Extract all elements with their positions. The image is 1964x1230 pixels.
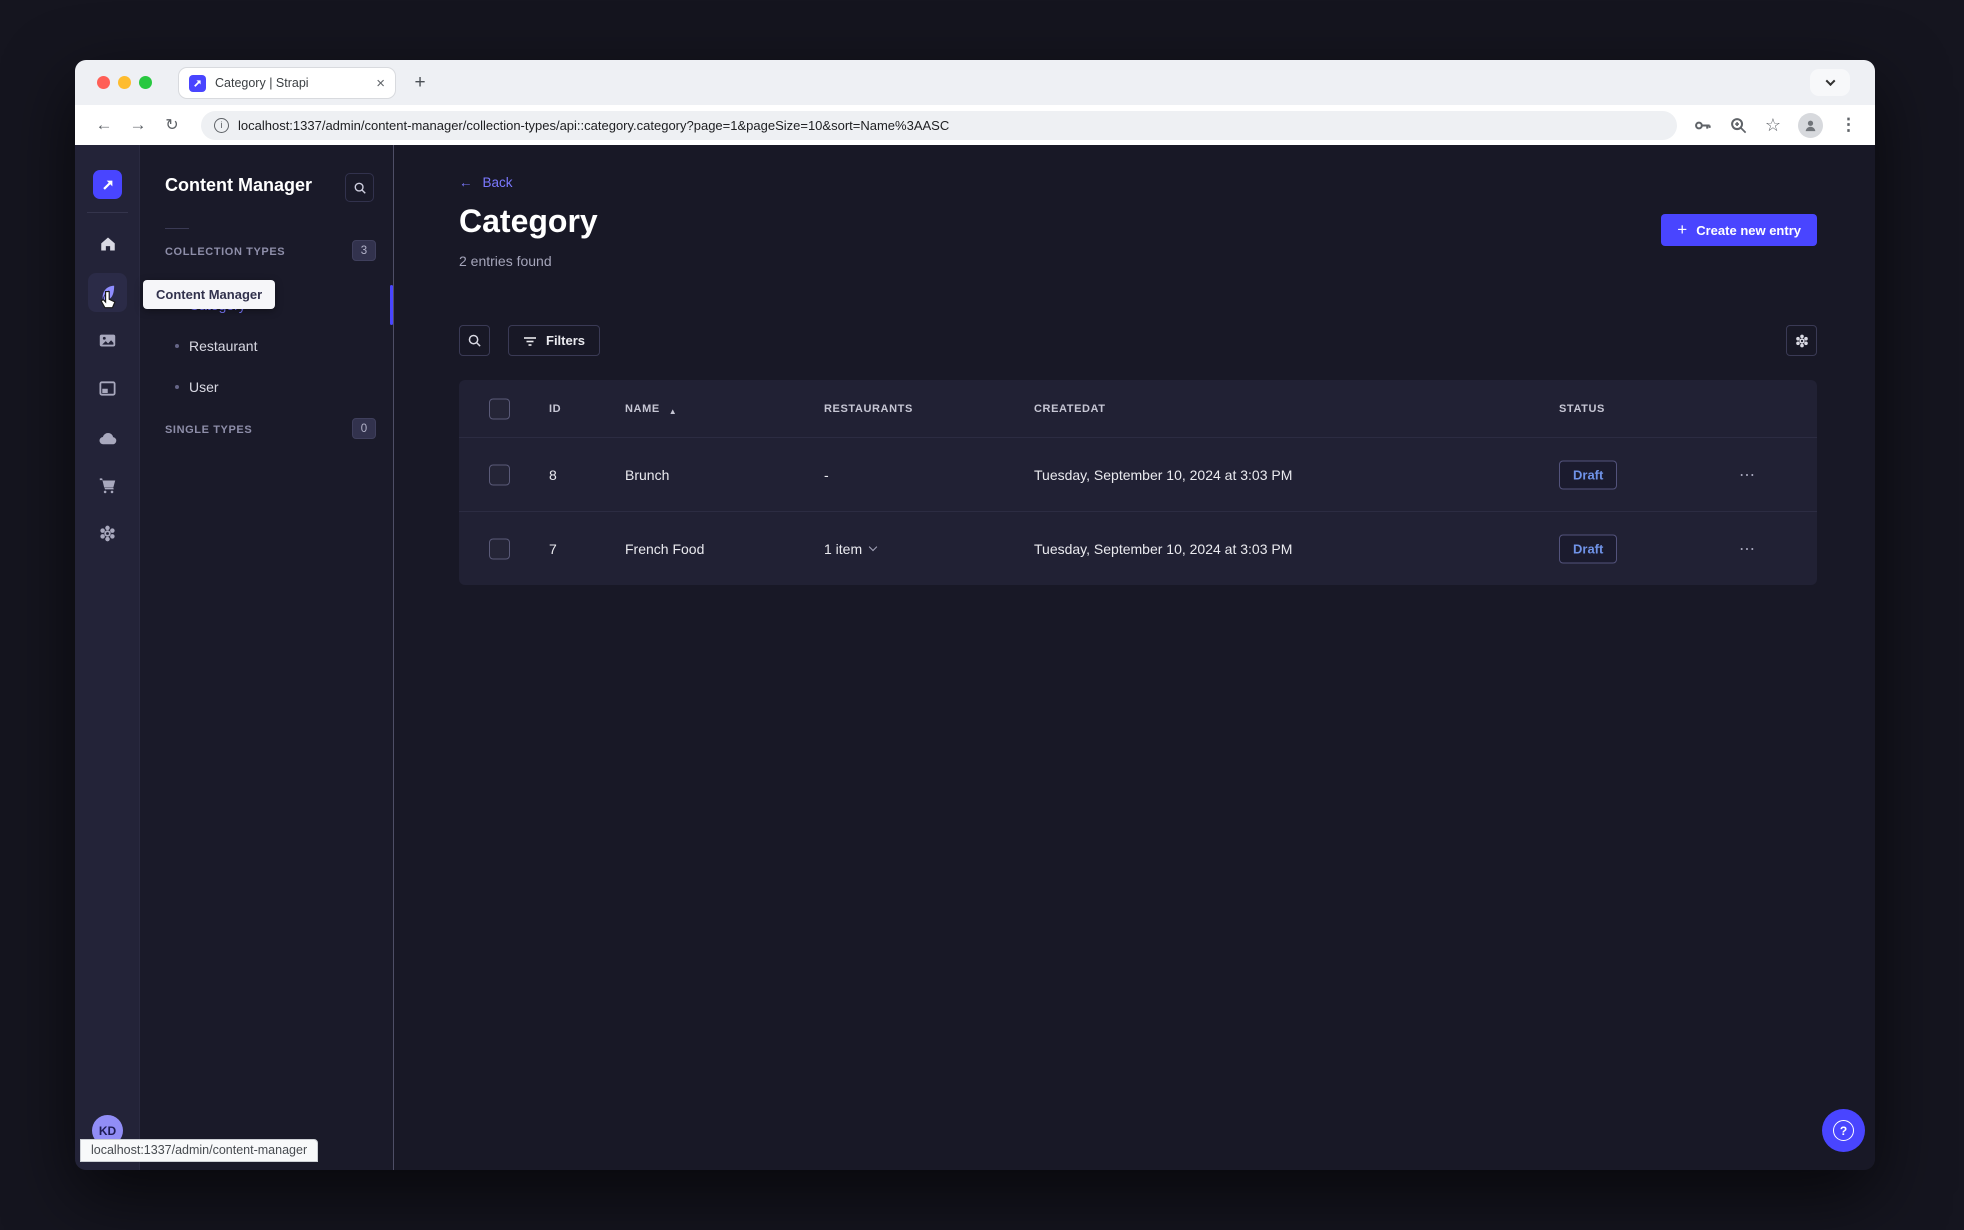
filters-button[interactable]: Filters [508,325,601,356]
nav-tooltip: Content Manager [143,280,276,309]
single-types-label: SINGLE TYPES [165,424,253,436]
sidebar-item-user[interactable]: User [175,379,219,395]
tab-search-button[interactable] [1810,69,1850,96]
entries-table: ID NAME RESTAURANTS CREATEDAT STATUS 8 B… [459,380,1817,585]
tab-close-icon[interactable]: × [376,76,385,91]
browser-reload-button[interactable] [159,115,185,135]
link-status-bar: localhost:1337/admin/content-manager [80,1139,319,1162]
cell-id: 7 [549,540,557,557]
chevron-down-icon [868,542,878,552]
cell-id: 8 [549,466,557,483]
header-id[interactable]: ID [549,403,561,415]
search-entries-button[interactable] [459,325,490,356]
browser-tab[interactable]: Category | Strapi × [178,67,396,99]
active-item-indicator [390,285,393,325]
chevron-down-icon [1825,76,1835,87]
browser-toolbar: i localhost:1337/admin/content-manager/c… [75,105,1875,145]
bullet-icon [175,385,179,389]
collection-types-count-badge: 3 [352,240,376,261]
browser-back-button[interactable] [91,115,117,135]
filters-label: Filters [546,333,586,348]
status-badge: Draft [1559,534,1618,563]
nav-media-library-icon[interactable] [88,321,127,360]
status-badge: Draft [1559,460,1618,489]
row-checkbox[interactable] [489,464,510,485]
zoom-window-button[interactable] [139,76,152,89]
sidebar-item-label: User [189,379,219,395]
view-settings-button[interactable] [1786,325,1817,356]
restaurants-dropdown[interactable]: 1 item [824,540,878,557]
main-content: Back Category 2 entries found Create new… [394,145,1875,1170]
bullet-icon [175,344,179,348]
sidebar-item-restaurant[interactable]: Restaurant [175,338,257,354]
tab-strip: Category | Strapi × [75,60,1875,105]
table-row[interactable]: 8 Brunch - Tuesday, September 10, 2024 a… [459,437,1817,511]
entries-count: 2 entries found [459,253,552,269]
table-row[interactable]: 7 French Food 1 item Tuesday, September … [459,511,1817,585]
strapi-favicon-icon [189,74,206,92]
zoom-lens-icon[interactable] [1729,116,1748,135]
minimize-window-button[interactable] [118,76,131,89]
page-title: Category [459,203,598,239]
table-header-row: ID NAME RESTAURANTS CREATEDAT STATUS [459,380,1817,437]
create-new-entry-button[interactable]: Create new entry [1661,214,1817,246]
nav-deploy-cloud-icon[interactable] [88,418,127,457]
traffic-lights [97,76,152,89]
header-restaurants[interactable]: RESTAURANTS [824,403,913,415]
strapi-logo-icon[interactable] [93,170,122,199]
nav-home-icon[interactable] [88,224,127,263]
cell-name: French Food [625,540,705,557]
help-button[interactable] [1822,1109,1865,1152]
nav-marketplace-cart-icon[interactable] [88,466,127,505]
cell-name: Brunch [625,466,670,483]
row-checkbox[interactable] [489,538,510,559]
browser-forward-button[interactable] [125,115,151,135]
nav-content-type-builder-icon[interactable] [88,369,127,408]
plus-icon [1677,220,1687,240]
address-bar[interactable]: i localhost:1337/admin/content-manager/c… [201,110,1677,140]
cell-createdat: Tuesday, September 10, 2024 at 3:03 PM [1034,466,1293,483]
create-button-label: Create new entry [1696,222,1801,238]
single-types-count-badge: 0 [352,418,376,439]
password-key-icon[interactable] [1693,116,1712,135]
cell-restaurants: 1 item [824,540,863,557]
collection-types-label: COLLECTION TYPES [165,246,286,258]
toolbar-actions [1693,112,1859,138]
browser-window: Category | Strapi × i localhost:1337/adm… [75,60,1875,1170]
nav-settings-gear-icon[interactable] [88,514,127,553]
back-arrow-icon [459,175,473,190]
row-actions-button[interactable] [1739,539,1756,559]
new-tab-button[interactable] [407,70,433,96]
site-info-icon[interactable]: i [214,117,229,133]
header-status: STATUS [1559,402,1605,415]
mouse-cursor-icon [97,290,116,317]
cell-restaurants: - [824,466,829,483]
header-createdat[interactable]: CREATEDAT [1034,403,1106,415]
browser-profile-avatar[interactable] [1798,112,1823,138]
row-actions-button[interactable] [1739,465,1756,485]
url-text[interactable]: localhost:1337/admin/content-manager/col… [238,118,949,133]
sort-ascending-icon [669,401,677,417]
select-all-checkbox[interactable] [489,398,510,419]
strapi-app: KD Content Manager COLLECTION TYPES 3 Ca… [75,145,1875,1170]
header-name-sort[interactable]: NAME [625,401,677,417]
back-link[interactable]: Back [459,175,513,190]
close-window-button[interactable] [97,76,110,89]
subnav-title: Content Manager [165,175,313,195]
main-nav-rail: KD [75,145,140,1170]
browser-menu-icon[interactable] [1840,115,1857,135]
subnav-search-button[interactable] [345,173,374,202]
bookmark-star-icon[interactable] [1765,115,1781,136]
subnav-divider [165,228,189,229]
rail-divider [87,212,128,213]
sidebar-item-label: Restaurant [189,338,258,354]
header-name: NAME [625,402,660,415]
question-mark-icon [1833,1120,1854,1141]
filter-icon [524,336,536,346]
back-label: Back [482,175,513,190]
tab-title: Category | Strapi [215,76,309,90]
cell-createdat: Tuesday, September 10, 2024 at 3:03 PM [1034,540,1293,557]
